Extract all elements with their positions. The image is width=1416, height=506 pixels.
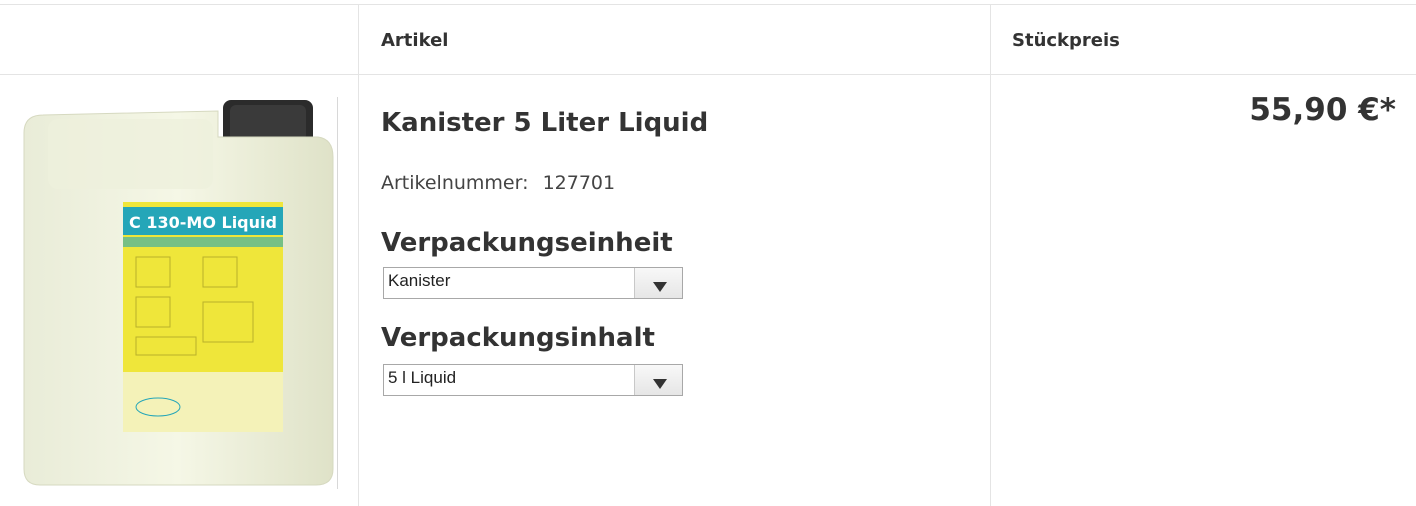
cart-table: Artikel Stückpreis C 130-MO Liquid Kanis…: [0, 0, 1416, 506]
table-top-border: [0, 4, 1416, 5]
chevron-down-icon[interactable]: [634, 365, 682, 395]
header-unit-price: Stückpreis: [1012, 30, 1120, 51]
svg-text:C 130-MO Liquid: C 130-MO Liquid: [129, 213, 277, 232]
packaging-unit-heading: Verpackungseinheit: [381, 228, 673, 258]
packaging-unit-value: Kanister: [388, 271, 451, 290]
column-divider: [990, 4, 991, 506]
article-number: Artikelnummer: 127701: [381, 172, 615, 194]
header-article: Artikel: [381, 30, 449, 51]
unit-price: 55,90 €*: [1249, 92, 1396, 128]
canister-image: C 130-MO Liquid: [23, 100, 334, 486]
packaging-content-select[interactable]: 5 l Liquid: [383, 364, 683, 396]
product-title[interactable]: Kanister 5 Liter Liquid: [381, 108, 708, 138]
image-divider: [337, 97, 338, 489]
packaging-unit-select[interactable]: Kanister: [383, 267, 683, 299]
article-number-label: Artikelnummer:: [381, 172, 529, 194]
packaging-content-heading: Verpackungsinhalt: [381, 323, 655, 353]
table-header-border: [0, 74, 1416, 75]
packaging-content-value: 5 l Liquid: [388, 368, 457, 387]
column-divider: [358, 4, 359, 506]
article-number-value: 127701: [542, 172, 616, 194]
product-image[interactable]: C 130-MO Liquid: [18, 97, 338, 489]
chevron-down-icon[interactable]: [634, 268, 682, 298]
